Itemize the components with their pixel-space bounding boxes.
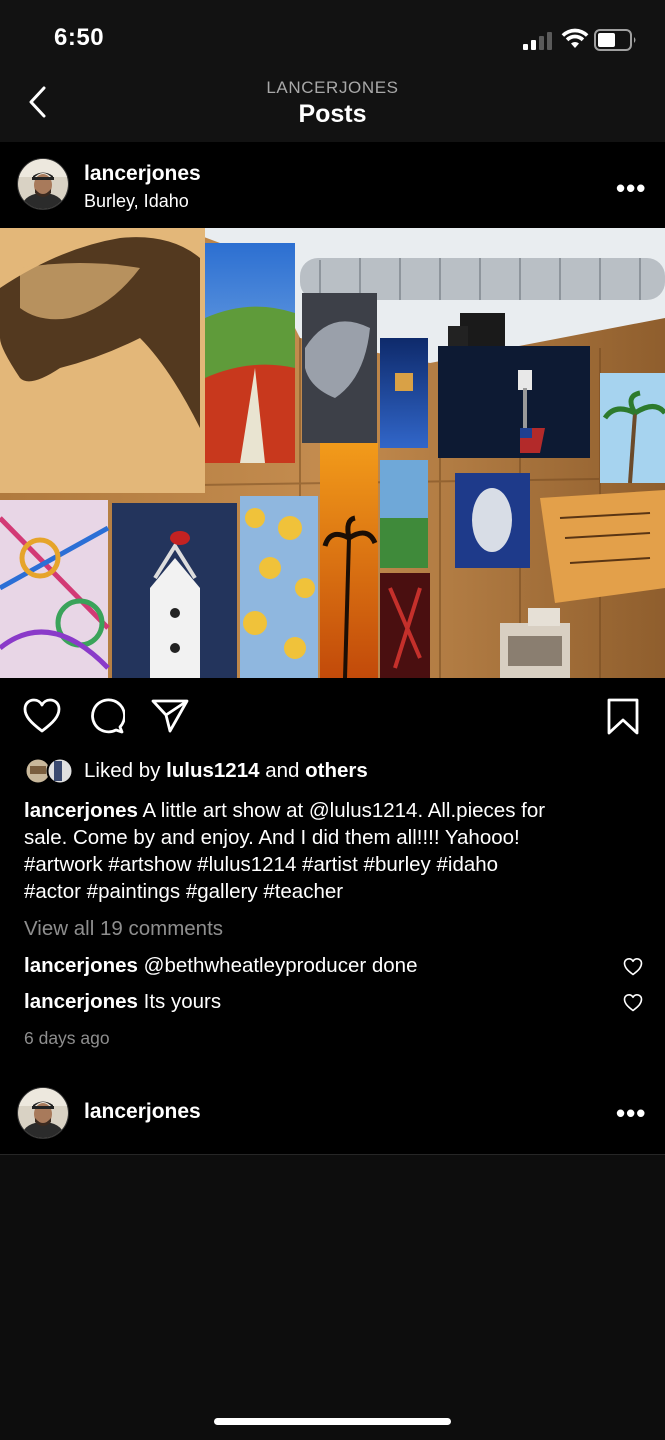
nav-subtitle: LANCERJONES bbox=[266, 78, 399, 97]
liked-others[interactable]: others bbox=[305, 759, 368, 782]
comment-row: lancerjones Its yours bbox=[24, 990, 221, 1014]
comment-text: Its yours bbox=[137, 990, 222, 1013]
empty-feed-area bbox=[0, 1155, 665, 1440]
battery-icon bbox=[594, 29, 636, 51]
avatar[interactable] bbox=[17, 1087, 69, 1139]
post-photo[interactable] bbox=[0, 228, 665, 678]
cellular-signal-icon bbox=[523, 30, 555, 50]
liked-by-text[interactable]: Liked by lulus1214 and others bbox=[84, 759, 368, 783]
comment-row: lancerjones @bethwheatleyproducer done bbox=[24, 954, 417, 978]
more-options-icon[interactable]: ••• bbox=[616, 173, 646, 204]
post-header: lancerjones Burley, Idaho ••• bbox=[0, 142, 665, 228]
comment-icon[interactable] bbox=[87, 697, 125, 735]
caption-hashtags-2[interactable]: #actor #paintings #gallery #teacher bbox=[24, 880, 343, 904]
avatar[interactable] bbox=[17, 158, 69, 210]
liker-avatar-stack bbox=[24, 757, 74, 785]
bookmark-save-icon[interactable] bbox=[605, 697, 641, 737]
more-options-icon[interactable]: ••• bbox=[616, 1098, 646, 1129]
comment-username[interactable]: lancerjones bbox=[24, 954, 138, 977]
comment-username[interactable]: lancerjones bbox=[24, 990, 138, 1013]
avatar-photo bbox=[18, 1088, 68, 1138]
top-bar: 6:50 LANCERJONES Posts bbox=[0, 0, 665, 142]
next-post-username[interactable]: lancerjones bbox=[84, 1100, 201, 1124]
liked-user[interactable]: lulus1214 bbox=[166, 759, 259, 782]
like-heart-icon[interactable] bbox=[22, 697, 62, 735]
comment-like-heart-icon[interactable] bbox=[623, 993, 643, 1013]
view-all-comments-link[interactable]: View all 19 comments bbox=[24, 917, 223, 941]
caption-line-2: sale. Come by and enjoy. And I did them … bbox=[24, 826, 520, 849]
share-send-icon[interactable] bbox=[150, 697, 190, 735]
art-gallery-photo bbox=[0, 228, 665, 678]
liked-and: and bbox=[259, 759, 306, 782]
post-username[interactable]: lancerjones bbox=[84, 162, 201, 186]
home-indicator[interactable] bbox=[214, 1418, 451, 1425]
comment-like-heart-icon[interactable] bbox=[623, 957, 643, 977]
post-timestamp: 6 days ago bbox=[24, 1028, 110, 1048]
page-title: Posts bbox=[298, 100, 367, 128]
avatar-photo bbox=[18, 159, 68, 209]
caption-line-1: lancerjones A little art show at @lulus1… bbox=[24, 799, 545, 823]
wifi-icon bbox=[561, 28, 589, 48]
comment-text: @bethwheatleyproducer done bbox=[137, 954, 418, 977]
caption-username[interactable]: lancerjones bbox=[24, 799, 138, 822]
caption-text-1: A little art show at @lulus1214. All.pie… bbox=[137, 799, 546, 822]
liked-by-avatars[interactable] bbox=[24, 757, 74, 785]
status-time: 6:50 bbox=[54, 24, 105, 51]
caption-hashtags-1[interactable]: #artwork #artshow #lulus1214 #artist #bu… bbox=[24, 853, 498, 877]
post-location[interactable]: Burley, Idaho bbox=[84, 191, 189, 212]
liked-prefix: Liked by bbox=[84, 759, 167, 782]
